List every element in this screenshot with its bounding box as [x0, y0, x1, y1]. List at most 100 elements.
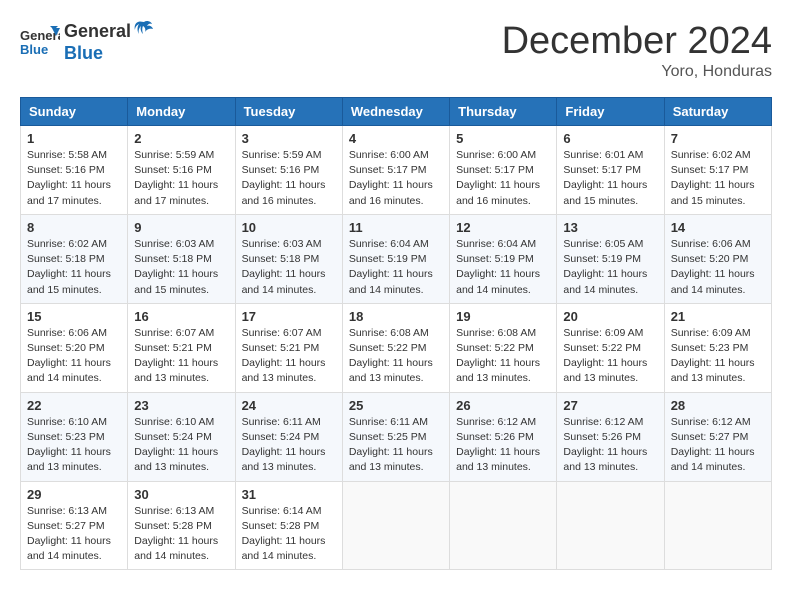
- calendar-cell: 24Sunrise: 6:11 AMSunset: 5:24 PMDayligh…: [235, 392, 342, 481]
- calendar-cell: 18 Sunrise: 6:08 AMSunset: 5:22 PMDayligh…: [342, 303, 449, 392]
- calendar-week-5: 29 Sunrise: 6:13 AMSunset: 5:27 PMDayligh…: [21, 481, 772, 570]
- day-info: Sunrise: 6:10 AMSunset: 5:23 PMDaylight:…: [27, 415, 121, 476]
- day-number: 2: [134, 131, 228, 146]
- calendar-cell: 2 Sunrise: 5:59 AMSunset: 5:16 PMDaylight…: [128, 126, 235, 215]
- day-info: Sunrise: 6:03 AMSunset: 5:18 PMDaylight:…: [134, 237, 228, 298]
- day-number: 18: [349, 309, 443, 324]
- day-number: 14: [671, 220, 765, 235]
- calendar-cell: 9 Sunrise: 6:03 AMSunset: 5:18 PMDaylight…: [128, 214, 235, 303]
- calendar-cell: [557, 481, 664, 570]
- calendar-table: SundayMondayTuesdayWednesdayThursdayFrid…: [20, 97, 772, 570]
- calendar-cell: 6Sunrise: 6:01 AMSunset: 5:17 PMDaylight…: [557, 126, 664, 215]
- month-title: December 2024: [502, 20, 772, 63]
- calendar-cell: 27Sunrise: 6:12 AMSunset: 5:26 PMDayligh…: [557, 392, 664, 481]
- day-header-tuesday: Tuesday: [235, 98, 342, 126]
- calendar-cell: 23 Sunrise: 6:10 AMSunset: 5:24 PMDayligh…: [128, 392, 235, 481]
- day-info: Sunrise: 6:10 AMSunset: 5:24 PMDaylight:…: [134, 415, 228, 476]
- day-number: 20: [563, 309, 657, 324]
- calendar-cell: [664, 481, 771, 570]
- logo-general: General: [64, 21, 131, 42]
- calendar-cell: 5Sunrise: 6:00 AMSunset: 5:17 PMDaylight…: [450, 126, 557, 215]
- day-number: 29: [27, 487, 121, 502]
- day-number: 12: [456, 220, 550, 235]
- page-header: General Blue General Blue December 2024 …: [20, 20, 772, 81]
- calendar-cell: 3 Sunrise: 5:59 AMSunset: 5:16 PMDaylight…: [235, 126, 342, 215]
- day-number: 22: [27, 398, 121, 413]
- day-number: 17: [242, 309, 336, 324]
- day-number: 28: [671, 398, 765, 413]
- calendar-cell: 10 Sunrise: 6:03 AMSunset: 5:18 PMDayligh…: [235, 214, 342, 303]
- day-info: Sunrise: 6:02 AMSunset: 5:17 PMDaylight:…: [671, 148, 765, 209]
- calendar-cell: 21Sunrise: 6:09 AMSunset: 5:23 PMDayligh…: [664, 303, 771, 392]
- day-number: 5: [456, 131, 550, 146]
- calendar-cell: 29 Sunrise: 6:13 AMSunset: 5:27 PMDayligh…: [21, 481, 128, 570]
- calendar-cell: 7 Sunrise: 6:02 AMSunset: 5:17 PMDaylight…: [664, 126, 771, 215]
- calendar-cell: 26Sunrise: 6:12 AMSunset: 5:26 PMDayligh…: [450, 392, 557, 481]
- day-info: Sunrise: 6:13 AMSunset: 5:27 PMDaylight:…: [27, 504, 121, 565]
- day-number: 8: [27, 220, 121, 235]
- calendar-cell: 14Sunrise: 6:06 AMSunset: 5:20 PMDayligh…: [664, 214, 771, 303]
- day-info: Sunrise: 6:08 AMSunset: 5:22 PMDaylight:…: [456, 326, 550, 387]
- day-number: 1: [27, 131, 121, 146]
- calendar-cell: 28Sunrise: 6:12 AMSunset: 5:27 PMDayligh…: [664, 392, 771, 481]
- calendar-cell: 20 Sunrise: 6:09 AMSunset: 5:22 PMDayligh…: [557, 303, 664, 392]
- day-number: 15: [27, 309, 121, 324]
- day-number: 3: [242, 131, 336, 146]
- calendar-cell: 17Sunrise: 6:07 AMSunset: 5:21 PMDayligh…: [235, 303, 342, 392]
- day-header-wednesday: Wednesday: [342, 98, 449, 126]
- day-number: 30: [134, 487, 228, 502]
- day-number: 25: [349, 398, 443, 413]
- day-number: 16: [134, 309, 228, 324]
- day-info: Sunrise: 6:13 AMSunset: 5:28 PMDaylight:…: [134, 504, 228, 565]
- day-number: 26: [456, 398, 550, 413]
- logo-blue: Blue: [64, 43, 103, 64]
- calendar-week-2: 8Sunrise: 6:02 AMSunset: 5:18 PMDaylight…: [21, 214, 772, 303]
- day-info: Sunrise: 5:59 AMSunset: 5:16 PMDaylight:…: [134, 148, 228, 209]
- day-info: Sunrise: 6:05 AMSunset: 5:19 PMDaylight:…: [563, 237, 657, 298]
- calendar-cell: 11 Sunrise: 6:04 AMSunset: 5:19 PMDayligh…: [342, 214, 449, 303]
- day-header-monday: Monday: [128, 98, 235, 126]
- calendar-cell: 1Sunrise: 5:58 AMSunset: 5:16 PMDaylight…: [21, 126, 128, 215]
- day-number: 13: [563, 220, 657, 235]
- day-info: Sunrise: 6:14 AMSunset: 5:28 PMDaylight:…: [242, 504, 336, 565]
- day-info: Sunrise: 6:06 AMSunset: 5:20 PMDaylight:…: [27, 326, 121, 387]
- calendar-cell: 16Sunrise: 6:07 AMSunset: 5:21 PMDayligh…: [128, 303, 235, 392]
- day-number: 11: [349, 220, 443, 235]
- logo: General Blue General Blue: [20, 20, 155, 64]
- calendar-cell: 15 Sunrise: 6:06 AMSunset: 5:20 PMDayligh…: [21, 303, 128, 392]
- calendar-cell: 31 Sunrise: 6:14 AMSunset: 5:28 PMDayligh…: [235, 481, 342, 570]
- day-number: 19: [456, 309, 550, 324]
- calendar-week-3: 15 Sunrise: 6:06 AMSunset: 5:20 PMDayligh…: [21, 303, 772, 392]
- day-info: Sunrise: 6:12 AMSunset: 5:26 PMDaylight:…: [563, 415, 657, 476]
- day-number: 7: [671, 131, 765, 146]
- day-number: 9: [134, 220, 228, 235]
- day-header-saturday: Saturday: [664, 98, 771, 126]
- day-info: Sunrise: 6:09 AMSunset: 5:22 PMDaylight:…: [563, 326, 657, 387]
- calendar-cell: 4Sunrise: 6:00 AMSunset: 5:17 PMDaylight…: [342, 126, 449, 215]
- calendar-week-4: 22 Sunrise: 6:10 AMSunset: 5:23 PMDayligh…: [21, 392, 772, 481]
- day-number: 10: [242, 220, 336, 235]
- calendar-cell: 12Sunrise: 6:04 AMSunset: 5:19 PMDayligh…: [450, 214, 557, 303]
- day-number: 6: [563, 131, 657, 146]
- logo-bird-icon: [132, 20, 154, 43]
- calendar-cell: 22 Sunrise: 6:10 AMSunset: 5:23 PMDayligh…: [21, 392, 128, 481]
- calendar-cell: [342, 481, 449, 570]
- day-info: Sunrise: 6:11 AMSunset: 5:24 PMDaylight:…: [242, 415, 336, 476]
- day-info: Sunrise: 6:00 AMSunset: 5:17 PMDaylight:…: [349, 148, 443, 209]
- svg-text:Blue: Blue: [20, 42, 48, 57]
- calendar-week-1: 1Sunrise: 5:58 AMSunset: 5:16 PMDaylight…: [21, 126, 772, 215]
- calendar-cell: 30 Sunrise: 6:13 AMSunset: 5:28 PMDayligh…: [128, 481, 235, 570]
- title-block: December 2024 Yoro, Honduras: [502, 20, 772, 81]
- day-number: 23: [134, 398, 228, 413]
- day-number: 31: [242, 487, 336, 502]
- logo-icon: General Blue: [20, 24, 60, 60]
- calendar-cell: [450, 481, 557, 570]
- day-info: Sunrise: 6:04 AMSunset: 5:19 PMDaylight:…: [349, 237, 443, 298]
- day-info: Sunrise: 6:11 AMSunset: 5:25 PMDaylight:…: [349, 415, 443, 476]
- calendar-header-row: SundayMondayTuesdayWednesdayThursdayFrid…: [21, 98, 772, 126]
- day-info: Sunrise: 5:59 AMSunset: 5:16 PMDaylight:…: [242, 148, 336, 209]
- day-info: Sunrise: 6:08 AMSunset: 5:22 PMDaylight:…: [349, 326, 443, 387]
- calendar-cell: 13 Sunrise: 6:05 AMSunset: 5:19 PMDayligh…: [557, 214, 664, 303]
- calendar-cell: 19 Sunrise: 6:08 AMSunset: 5:22 PMDayligh…: [450, 303, 557, 392]
- day-info: Sunrise: 6:03 AMSunset: 5:18 PMDaylight:…: [242, 237, 336, 298]
